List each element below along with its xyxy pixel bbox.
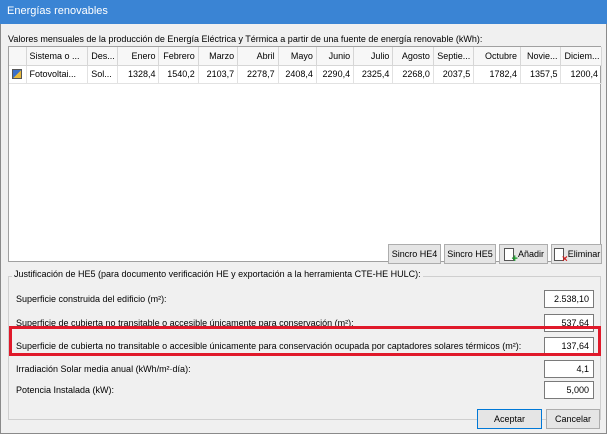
table-cell[interactable]: 2290,4 bbox=[316, 65, 355, 84]
grid-section-label: Valores mensuales de la producción de En… bbox=[8, 34, 483, 44]
column-header[interactable]: Septie... bbox=[433, 47, 475, 66]
built-area-input[interactable]: 2.538,10 bbox=[544, 290, 594, 308]
column-header[interactable]: Enero bbox=[117, 47, 160, 66]
accept-button[interactable]: Aceptar bbox=[477, 409, 542, 429]
justification-title: Justificación de HE5 (para documento ver… bbox=[12, 269, 423, 279]
sync-he5-button[interactable]: Sincro HE5 bbox=[444, 244, 496, 264]
cancel-button[interactable]: Cancelar bbox=[546, 409, 600, 429]
table-cell[interactable]: 2325,4 bbox=[353, 65, 394, 84]
row-indicator-header bbox=[9, 47, 27, 66]
window-title: Energías renovables bbox=[7, 5, 108, 17]
column-header[interactable]: Junio bbox=[316, 47, 355, 66]
delete-button-label: Eliminar bbox=[567, 249, 601, 259]
table-cell[interactable]: 1200,4 bbox=[560, 65, 602, 84]
solar-irradiation-label: Irradiación Solar media anual (kWh/m²·dí… bbox=[16, 364, 191, 374]
column-header[interactable]: Des... bbox=[87, 47, 118, 66]
add-document-icon: + bbox=[503, 247, 518, 264]
column-header[interactable]: Sistema o ... bbox=[26, 47, 89, 66]
column-header[interactable]: Febrero bbox=[158, 47, 199, 66]
column-header[interactable]: Novie... bbox=[520, 47, 562, 66]
table-cell[interactable]: 2037,5 bbox=[433, 65, 475, 84]
table-cell[interactable]: 2278,7 bbox=[237, 65, 279, 84]
delete-document-icon: × bbox=[553, 247, 568, 264]
column-header[interactable]: Mayo bbox=[278, 47, 317, 66]
table-cell[interactable]: 2408,4 bbox=[278, 65, 317, 84]
dialog-body: Valores mensuales de la producción de En… bbox=[0, 24, 607, 434]
table-cell[interactable]: 1782,4 bbox=[473, 65, 522, 84]
add-button-label: Añadir bbox=[517, 249, 544, 259]
highlight-annotation bbox=[9, 326, 601, 356]
solar-panel-icon bbox=[12, 69, 23, 80]
built-area-label: Superficie construida del edificio (m²): bbox=[16, 294, 167, 304]
sync-he4-button[interactable]: Sincro HE4 bbox=[388, 244, 441, 264]
table-cell[interactable]: Fotovoltai... bbox=[26, 65, 89, 84]
table-cell[interactable]: 1357,5 bbox=[520, 65, 562, 84]
table-cell[interactable]: 1540,2 bbox=[158, 65, 199, 84]
column-header[interactable]: Marzo bbox=[198, 47, 239, 66]
row-icon-cell bbox=[9, 65, 27, 84]
table-header-row: Sistema o ... Des... Enero Febrero Marzo… bbox=[9, 47, 602, 66]
table-cell[interactable]: 2103,7 bbox=[198, 65, 239, 84]
column-header[interactable]: Julio bbox=[353, 47, 394, 66]
installed-power-input[interactable]: 5,000 bbox=[544, 381, 594, 399]
monthly-values-table: Sistema o ... Des... Enero Febrero Marzo… bbox=[9, 47, 602, 84]
add-button[interactable]: + Añadir bbox=[499, 244, 548, 264]
column-header[interactable]: Agosto bbox=[392, 47, 434, 66]
delete-button[interactable]: × Eliminar bbox=[551, 244, 602, 264]
solar-irradiation-input[interactable]: 4,1 bbox=[544, 360, 594, 378]
table-cell[interactable]: Sol... bbox=[87, 65, 118, 84]
table-row[interactable]: Fotovoltai... Sol... 1328,4 1540,2 2103,… bbox=[9, 65, 602, 84]
table-cell[interactable]: 1328,4 bbox=[117, 65, 160, 84]
column-header[interactable]: Octubre bbox=[473, 47, 522, 66]
column-header[interactable]: Diciem... bbox=[560, 47, 602, 66]
column-header[interactable]: Abril bbox=[237, 47, 279, 66]
window-titlebar: Energías renovables bbox=[0, 0, 607, 24]
table-cell[interactable]: 2268,0 bbox=[392, 65, 434, 84]
monthly-values-grid[interactable]: Sistema o ... Des... Enero Febrero Marzo… bbox=[8, 46, 602, 262]
installed-power-label: Potencia Instalada (kW): bbox=[16, 385, 115, 395]
